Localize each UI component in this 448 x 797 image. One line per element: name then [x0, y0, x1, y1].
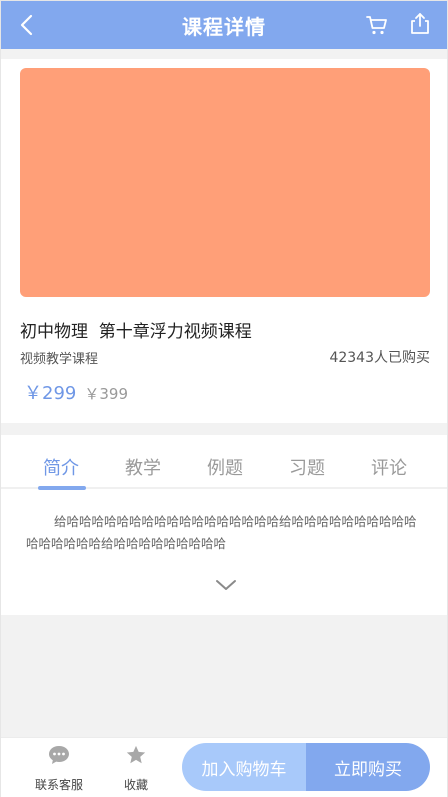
price-row: ￥299 ￥399 [24, 379, 128, 405]
tab-teaching[interactable]: 教学 [125, 454, 161, 480]
chat-bubble-icon [47, 744, 71, 770]
detail-section: 简介 教学 例题 习题 评论 给哈哈哈哈哈哈哈哈哈哈哈哈哈哈哈哈哈给哈哈哈哈哈哈… [1, 435, 447, 615]
course-subtitle: 视频教学课程 [20, 352, 99, 367]
tab-intro[interactable]: 简介 [43, 454, 79, 480]
tab-indicator [38, 486, 86, 490]
product-card: 初中物理 第十章浮力视频课程 视频教学课程 42343人已购买 ￥299 ￥39… [1, 59, 447, 423]
favorite-button[interactable]: 收藏 [106, 744, 166, 792]
course-title: 初中物理 第十章浮力视频课程 [20, 322, 252, 342]
buyer-count: 42343人已购买 [329, 350, 430, 366]
tab-bar: 简介 教学 例题 习题 评论 [1, 435, 447, 490]
tab-exercises[interactable]: 习题 [289, 454, 325, 480]
customer-service-button[interactable]: 联系客服 [29, 744, 89, 792]
chevron-down-icon[interactable] [214, 577, 238, 593]
tab-examples[interactable]: 例题 [207, 454, 243, 480]
star-icon [124, 744, 148, 770]
chevron-left-icon[interactable] [17, 13, 39, 37]
intro-text: 给哈哈哈哈哈哈哈哈哈哈哈哈哈哈哈哈哈给哈哈哈哈哈哈哈哈哈哈哈哈哈哈哈哈给哈哈哈哈… [26, 514, 417, 551]
add-to-cart-button[interactable]: 加入购物车 [182, 743, 306, 791]
customer-service-label: 联系客服 [34, 778, 83, 792]
original-price: ￥399 [84, 385, 128, 403]
current-price: ￥299 [24, 383, 77, 404]
page-title: 课程详情 [182, 14, 266, 39]
buy-now-button[interactable]: 立即购买 [306, 743, 430, 791]
tab-comments[interactable]: 评论 [371, 454, 407, 480]
bottom-action-bar: 联系客服 收藏 加入购物车 立即购买 [1, 737, 447, 797]
share-icon[interactable] [407, 12, 433, 36]
cart-icon[interactable] [365, 13, 389, 37]
favorite-label: 收藏 [123, 778, 148, 792]
course-cover-image[interactable] [20, 68, 430, 297]
header-bar: 课程详情 [1, 1, 447, 49]
